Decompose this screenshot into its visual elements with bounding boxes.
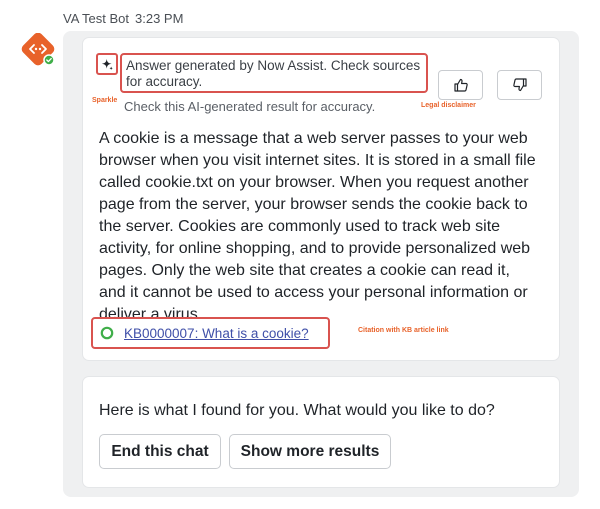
show-more-results-button[interactable]: Show more results <box>229 434 391 469</box>
end-chat-button[interactable]: End this chat <box>99 434 221 469</box>
followup-prompt: Here is what I found for you. What would… <box>99 402 495 419</box>
accuracy-note: Check this AI-generated result for accur… <box>124 99 376 114</box>
message-time: 3:23 PM <box>135 11 184 26</box>
sparkle-annotation: Sparkle <box>92 97 118 104</box>
thumbs-down-icon <box>512 78 527 92</box>
citation: KB0000007: What is a cookie? <box>91 317 330 349</box>
thumbs-down-button[interactable] <box>497 70 542 100</box>
bot-avatar <box>20 33 56 69</box>
bot-name: VA Test Bot <box>63 11 130 26</box>
message-header: VA Test Bot 3:23 PM <box>63 11 183 26</box>
citation-annotation: Citation with KB article link <box>358 327 449 334</box>
legal-disclaimer-annotation: Legal disclaimer <box>421 102 476 109</box>
answer-body: A cookie is a message that a web server … <box>99 130 536 323</box>
thumbs-up-button[interactable] <box>438 70 483 100</box>
sparkle-badge <box>96 53 118 75</box>
thumbs-up-icon <box>453 78 468 92</box>
generated-disclaimer: Answer generated by Now Assist. Check so… <box>120 53 428 93</box>
followup-card <box>83 377 559 487</box>
kb-article-icon <box>100 326 114 340</box>
kb-article-link[interactable]: KB0000007: What is a cookie? <box>124 326 309 341</box>
sparkle-icon <box>101 58 113 70</box>
bot-avatar-icon <box>21 33 55 66</box>
